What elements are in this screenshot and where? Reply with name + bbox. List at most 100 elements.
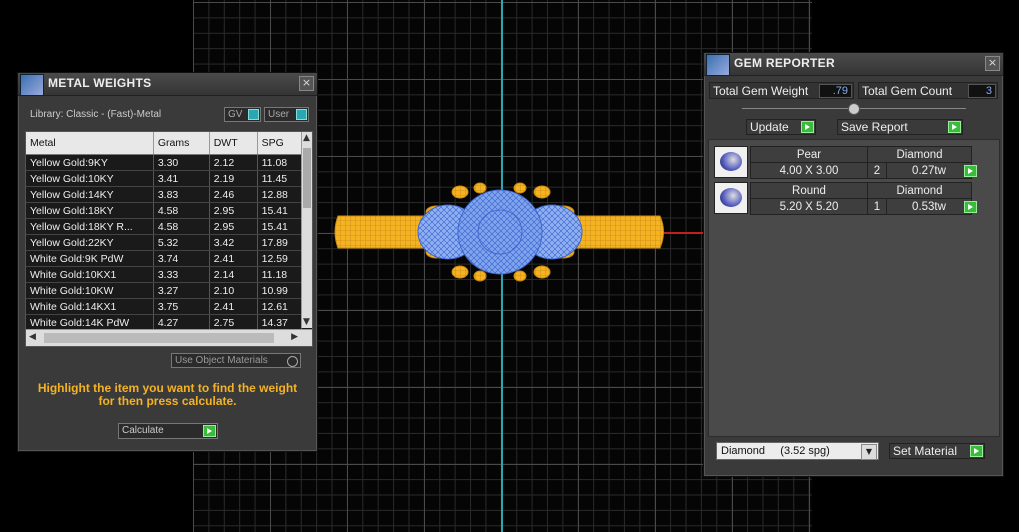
spg-cell: 12.59 <box>257 250 303 267</box>
grams-cell: 5.32 <box>153 234 210 251</box>
material-select[interactable]: Diamond (3.52 spg) ▼ <box>716 442 879 460</box>
metal-name-cell: Yellow Gold:14KY <box>26 186 154 203</box>
calculate-button[interactable]: Calculate <box>118 423 218 439</box>
close-icon[interactable]: × <box>299 76 314 91</box>
slider-knob[interactable] <box>848 103 860 115</box>
gem-count: 1 <box>867 198 887 215</box>
metal-name-cell: White Gold:10KX1 <box>26 266 154 283</box>
metal-name-cell: White Gold:14KX1 <box>26 298 154 315</box>
horizontal-scrollbar[interactable]: ◀ ▶ <box>26 329 312 346</box>
table-row[interactable]: Yellow Gold:18KY 4.58 2.95 15.41 <box>26 202 303 219</box>
user-toggle-label: User <box>268 109 290 120</box>
column-header-dwt[interactable]: DWT <box>209 132 258 155</box>
gem-count: 2 <box>867 162 887 179</box>
gem-row-pear[interactable]: Pear Diamond 4.00 X 3.00 2 0.27tw <box>714 146 977 180</box>
metal-weights-window[interactable]: METAL WEIGHTS × Library: Classic - (Fast… <box>17 72 318 452</box>
gem-size: 4.00 X 3.00 <box>750 162 868 179</box>
use-object-materials-option[interactable]: Use Object Materials <box>171 353 301 368</box>
user-toggle[interactable]: User <box>264 107 309 122</box>
column-header-spg[interactable]: SPG <box>257 132 303 155</box>
calculate-label: Calculate <box>122 425 164 436</box>
table-row[interactable]: Yellow Gold:14KY 3.83 2.46 12.88 <box>26 186 303 203</box>
scroll-right-icon[interactable]: ▶ <box>291 332 298 342</box>
table-row[interactable]: White Gold:10KW 3.27 2.10 10.99 <box>26 282 303 299</box>
update-button[interactable]: Update <box>746 119 816 135</box>
play-arrow-icon[interactable] <box>801 121 814 133</box>
gv-toggle-label: GV <box>228 109 243 120</box>
table-row[interactable]: Yellow Gold:18KY R... 4.58 2.95 15.41 <box>26 218 303 235</box>
gem-weight-value: 0.53tw <box>912 200 946 213</box>
radio-icon[interactable] <box>287 356 298 367</box>
play-arrow-icon[interactable] <box>964 201 977 213</box>
metal-name-cell: Yellow Gold:10KY <box>26 170 154 187</box>
table-row[interactable]: White Gold:10KX1 3.33 2.14 11.18 <box>26 266 303 283</box>
dwt-cell: 2.95 <box>209 218 258 235</box>
table-row[interactable]: Yellow Gold:9KY 3.30 2.12 11.08 <box>26 154 303 171</box>
play-arrow-icon[interactable] <box>964 165 977 177</box>
metal-name-cell: Yellow Gold:18KY <box>26 202 154 219</box>
metal-name-cell: Yellow Gold:22KY <box>26 234 154 251</box>
window-title: GEM REPORTER <box>734 56 835 70</box>
table-row[interactable]: White Gold:14KX1 3.75 2.41 12.61 <box>26 298 303 315</box>
play-arrow-icon[interactable] <box>970 445 983 457</box>
set-material-button[interactable]: Set Material <box>889 443 985 459</box>
gem-weight: 0.27tw <box>886 162 972 179</box>
table-row[interactable]: Yellow Gold:10KY 3.41 2.19 11.45 <box>26 170 303 187</box>
dwt-cell: 2.41 <box>209 298 258 315</box>
metal-table[interactable]: Metal Grams DWT SPG Yellow Gold:9KY 3.30 2… <box>25 131 313 347</box>
app-logo-icon <box>20 74 44 96</box>
pear-gem-thumbnail <box>714 146 748 178</box>
horizontal-scroll-thumb[interactable] <box>44 333 274 343</box>
gem-weight: 0.53tw <box>886 198 972 215</box>
gem-reporter-titlebar[interactable]: GEM REPORTER × <box>704 53 1003 76</box>
grams-cell: 3.74 <box>153 250 210 267</box>
table-row[interactable]: White Gold:9K PdW 3.74 2.41 12.59 <box>26 250 303 267</box>
grams-cell: 3.75 <box>153 298 210 315</box>
play-arrow-icon[interactable] <box>203 425 216 437</box>
set-material-label: Set Material <box>893 444 958 458</box>
spg-cell: 15.41 <box>257 218 303 235</box>
vertical-scroll-thumb[interactable] <box>303 148 311 208</box>
gem-material: Diamond <box>867 146 972 163</box>
scroll-left-icon[interactable]: ◀ <box>29 332 36 342</box>
gem-row-round[interactable]: Round Diamond 5.20 X 5.20 1 0.53tw <box>714 182 977 216</box>
dwt-cell: 2.14 <box>209 266 258 283</box>
gem-shape: Pear <box>750 146 868 163</box>
spg-cell: 10.99 <box>257 282 303 299</box>
close-icon[interactable]: × <box>985 56 1000 71</box>
total-gem-weight-value: .79 <box>819 84 852 98</box>
dwt-cell: 2.19 <box>209 170 258 187</box>
spg-cell: 12.61 <box>257 298 303 315</box>
play-arrow-icon[interactable] <box>948 121 961 133</box>
gem-reporter-window[interactable]: GEM REPORTER × Total Gem Weight .79 Tota… <box>703 52 1004 477</box>
gem-size: 5.20 X 5.20 <box>750 198 868 215</box>
column-header-grams[interactable]: Grams <box>153 132 210 155</box>
grams-cell: 3.30 <box>153 154 210 171</box>
gems <box>417 189 583 275</box>
dwt-cell: 2.10 <box>209 282 258 299</box>
save-report-button[interactable]: Save Report <box>837 119 963 135</box>
chevron-down-icon[interactable]: ▼ <box>861 444 877 460</box>
spg-cell: 12.88 <box>257 186 303 203</box>
gem-list[interactable]: Pear Diamond 4.00 X 3.00 2 0.27tw Round … <box>708 139 1000 437</box>
scroll-down-icon[interactable]: ▼ <box>303 317 310 327</box>
total-gem-count-value: 3 <box>968 84 996 98</box>
save-report-label: Save Report <box>841 120 908 134</box>
metal-weights-titlebar[interactable]: METAL WEIGHTS × <box>18 73 317 96</box>
ring-model[interactable] <box>330 180 670 285</box>
table-row[interactable]: Yellow Gold:22KY 5.32 3.42 17.89 <box>26 234 303 251</box>
vertical-scrollbar[interactable]: ▲ ▼ <box>301 132 312 328</box>
column-header-metal[interactable]: Metal <box>26 132 154 155</box>
scroll-up-icon[interactable]: ▲ <box>303 133 310 143</box>
spg-cell: 15.41 <box>257 202 303 219</box>
window-title: METAL WEIGHTS <box>48 76 152 90</box>
gem-shape: Round <box>750 182 868 199</box>
dwt-cell: 3.42 <box>209 234 258 251</box>
dwt-cell: 2.46 <box>209 186 258 203</box>
grams-cell: 4.58 <box>153 202 210 219</box>
spg-cell: 11.45 <box>257 170 303 187</box>
gv-toggle[interactable]: GV <box>224 107 261 122</box>
grams-cell: 3.27 <box>153 282 210 299</box>
dwt-cell: 2.41 <box>209 250 258 267</box>
use-object-materials-label: Use Object Materials <box>175 355 268 366</box>
